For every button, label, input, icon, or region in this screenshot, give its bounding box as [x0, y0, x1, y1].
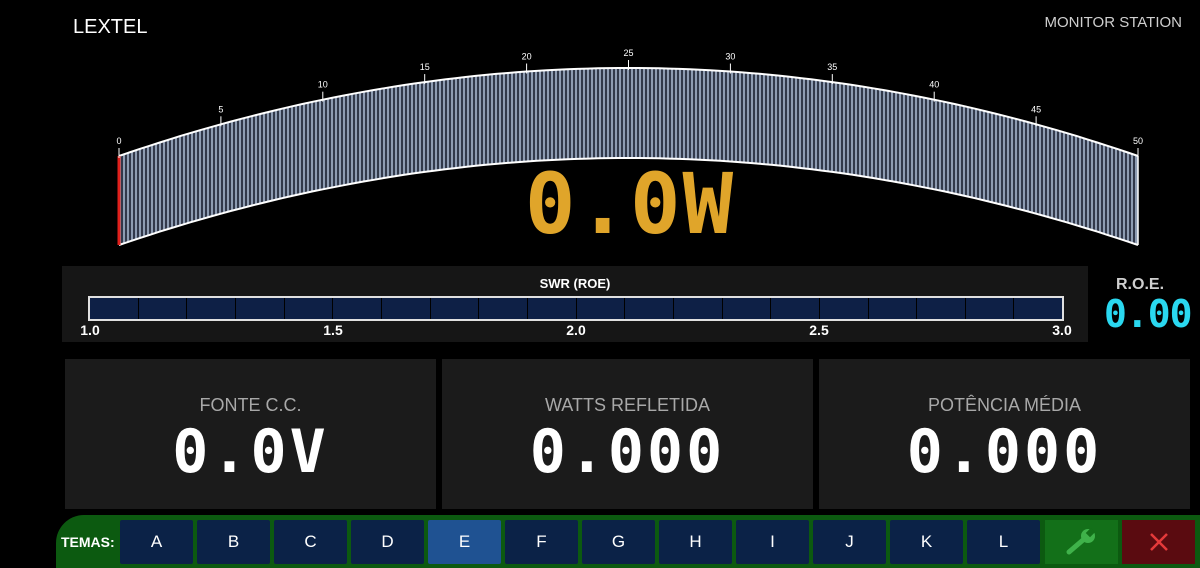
theme-button-h[interactable]: H — [659, 520, 732, 564]
theme-button-a[interactable]: A — [120, 520, 193, 564]
swr-segment — [236, 298, 285, 319]
theme-button-g[interactable]: G — [582, 520, 655, 564]
swr-segment — [771, 298, 820, 319]
swr-segment — [382, 298, 431, 319]
card-label: WATTS REFLETIDA — [544, 395, 710, 415]
swr-bar — [88, 296, 1064, 321]
scale-label: 45 — [1031, 104, 1041, 114]
scale-label: 10 — [318, 80, 328, 90]
scale-label: 50 — [1133, 136, 1143, 146]
close-button[interactable] — [1122, 520, 1195, 564]
scale-label: 20 — [522, 52, 532, 62]
swr-title: SWR (ROE) — [539, 276, 611, 291]
scale-label: 30 — [725, 52, 735, 62]
card-value: 0.0V — [172, 417, 329, 487]
theme-button-k[interactable]: K — [890, 520, 963, 564]
themes-label: TEMAS: — [61, 534, 115, 550]
swr-segment — [674, 298, 723, 319]
card-value: 0.000 — [906, 417, 1103, 487]
card-label: FONTE C.C. — [199, 395, 302, 415]
swr-tick-label: 2.0 — [566, 322, 586, 338]
theme-button-c[interactable]: C — [274, 520, 347, 564]
swr-segment — [577, 298, 626, 319]
wrench-icon — [1066, 528, 1095, 555]
swr-segment — [479, 298, 528, 319]
swr-tick-label: 2.5 — [809, 322, 829, 338]
swr-segment — [966, 298, 1015, 319]
swr-segment — [285, 298, 334, 319]
swr-segment — [723, 298, 772, 319]
swr-tick-label: 1.5 — [323, 322, 343, 338]
theme-button-i[interactable]: I — [736, 520, 809, 564]
swr-segment — [917, 298, 966, 319]
theme-button-f[interactable]: F — [505, 520, 578, 564]
swr-segment — [139, 298, 188, 319]
scale-label: 5 — [218, 104, 223, 114]
swr-segment — [820, 298, 869, 319]
card-potencia-media: POTÊNCIA MÉDIA 0.000 — [819, 359, 1190, 509]
swr-tick-label: 1.0 — [80, 322, 100, 338]
swr-panel: SWR (ROE) 1.0 1.5 2.0 2.5 3.0 — [62, 266, 1088, 342]
card-fonte-cc: FONTE C.C. 0.0V — [65, 359, 436, 509]
swr-segment — [1014, 298, 1062, 319]
swr-segment — [333, 298, 382, 319]
card-label: POTÊNCIA MÉDIA — [927, 395, 1082, 415]
swr-segment — [869, 298, 918, 319]
swr-segment — [431, 298, 480, 319]
swr-segment — [625, 298, 674, 319]
power-readout: 0.0W — [524, 155, 736, 253]
swr-tick-label: 3.0 — [1052, 322, 1072, 338]
swr-segment — [90, 298, 139, 319]
roe-value: 0.00 — [1104, 292, 1193, 336]
swr-segment — [187, 298, 236, 319]
theme-button-j[interactable]: J — [813, 520, 886, 564]
scale-label: 40 — [929, 80, 939, 90]
scale-label: 25 — [623, 48, 633, 58]
swr-segment — [528, 298, 577, 319]
scale-label: 0 — [116, 136, 121, 146]
close-icon — [1149, 533, 1168, 551]
scale-label: 15 — [420, 62, 430, 72]
scale-label: 35 — [827, 62, 837, 72]
card-watts-refletida: WATTS REFLETIDA 0.000 — [442, 359, 813, 509]
card-value: 0.000 — [529, 417, 726, 487]
theme-button-b[interactable]: B — [197, 520, 270, 564]
settings-button[interactable] — [1045, 520, 1118, 564]
theme-button-d[interactable]: D — [351, 520, 424, 564]
theme-button-l[interactable]: L — [967, 520, 1040, 564]
theme-button-e[interactable]: E — [428, 520, 501, 564]
